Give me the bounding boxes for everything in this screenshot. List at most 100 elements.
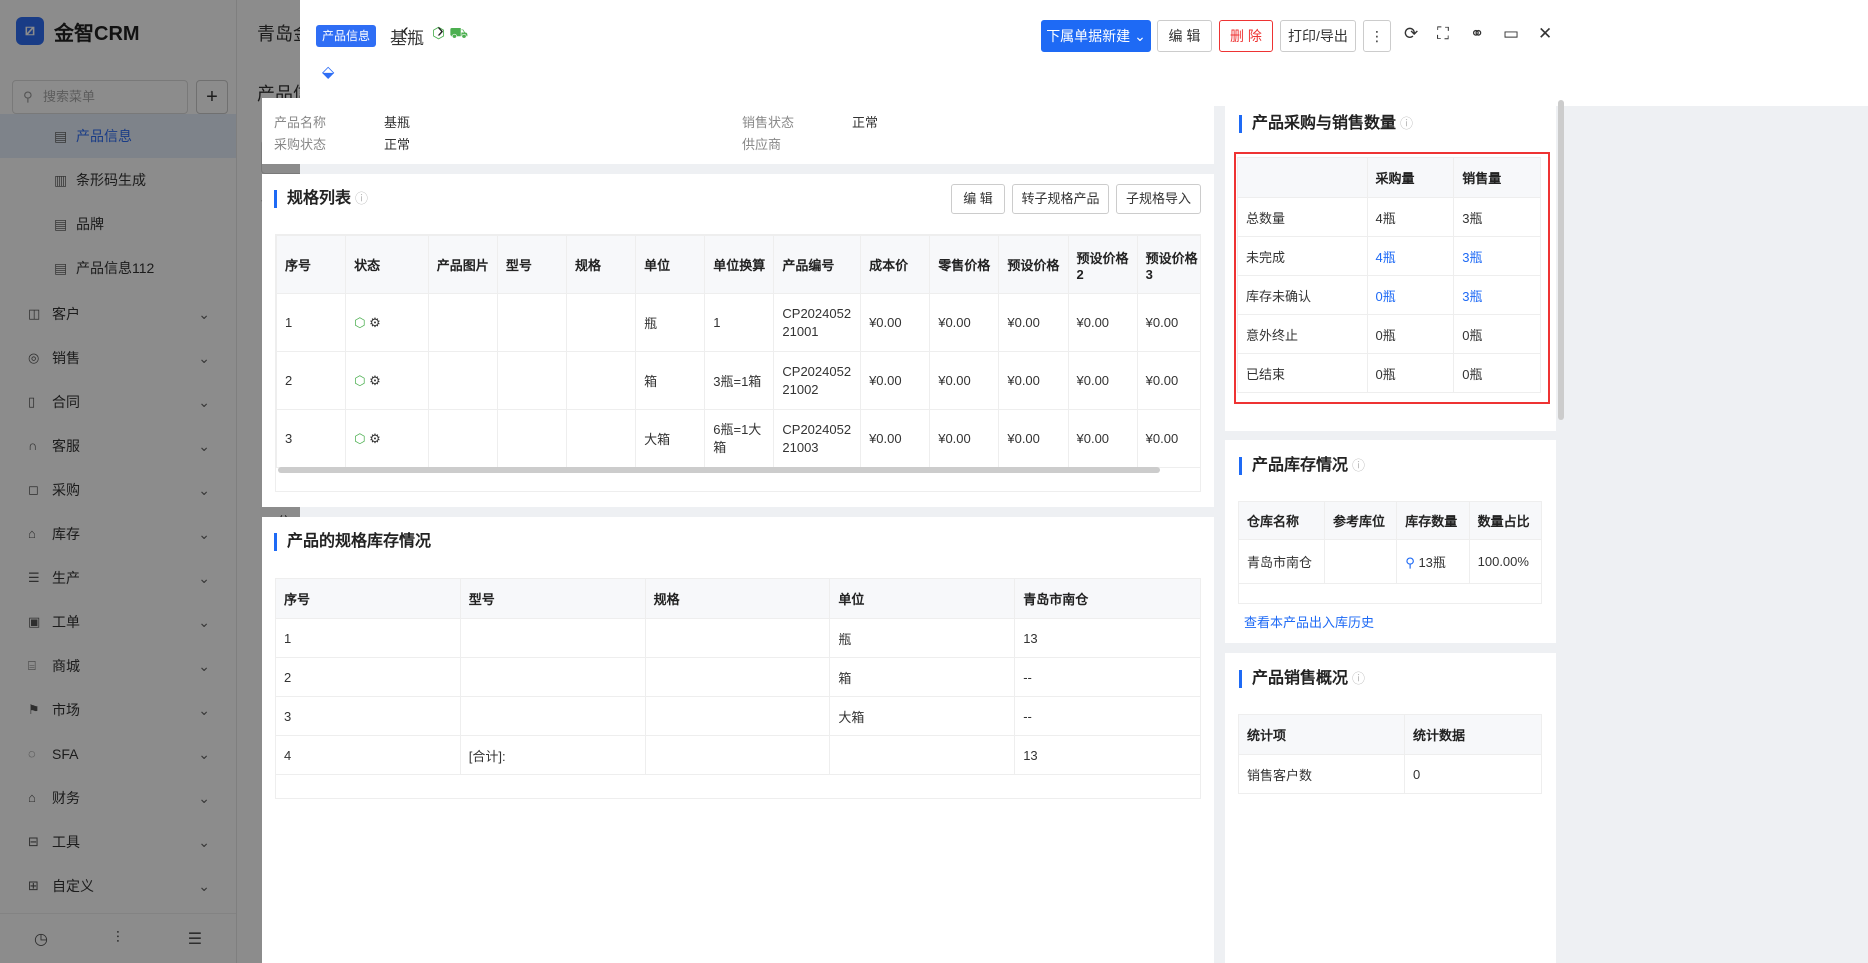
supplier-field: 供应商: [742, 134, 852, 153]
sales-overview-title: 产品销售概况 ⓘ: [1239, 670, 1365, 688]
spec-stock-card: 产品的规格库存情况 序号 型号 规格 单位 青岛市南仓 1 瓶 13 2 箱 -- 3大…: [262, 517, 1214, 963]
col-header: 预设价格3: [1136, 235, 1200, 294]
col-header: 统计数据: [1404, 714, 1542, 755]
cell-spec: [644, 657, 831, 697]
col-header: 单位: [829, 578, 1016, 619]
inventory-table: 仓库名称 参考库位 库存数量 数量占比 青岛市南仓 ⚲ 13瓶 100.00%: [1238, 501, 1543, 604]
field-value: 基瓶: [384, 115, 411, 130]
stock-qty-value: 13瓶: [1418, 555, 1446, 570]
cell-image: [427, 293, 498, 352]
help-icon[interactable]: ⓘ: [355, 191, 368, 206]
print-export-button[interactable]: 打印/导出: [1280, 20, 1356, 52]
cell-model: [496, 293, 567, 352]
modal-overlay[interactable]: [0, 0, 300, 963]
help-icon[interactable]: ⓘ: [1400, 116, 1413, 131]
stat-item: 销售客户数: [1238, 754, 1405, 794]
cell-retail: ¥0.00: [929, 409, 1000, 468]
cell-no: 2: [275, 657, 461, 697]
col-header: 统计项: [1238, 714, 1405, 755]
table-row[interactable]: 2 ⬡ ⚙ 箱 3瓶=1箱 CP202405221002 ¥0.00 ¥0.00…: [276, 351, 1200, 410]
laptop-icon[interactable]: ▭: [1503, 24, 1519, 44]
edit-button[interactable]: 编 辑: [1157, 20, 1212, 52]
table-header-row: 统计项 统计数据: [1238, 714, 1542, 755]
warehouse-name: 青岛市南仓: [1238, 539, 1325, 584]
cell-unit: 瓶: [635, 293, 706, 352]
subspec-import-button[interactable]: 子规格导入: [1116, 184, 1201, 214]
section-title-text: 产品的规格库存情况: [287, 533, 432, 550]
close-icon[interactable]: ✕: [1538, 24, 1552, 44]
table-header-row: 序号 状态 产品图片 型号 规格 单位 单位换算 产品编号 成本价 零售价格 预…: [276, 235, 1200, 294]
cell-code: CP202405221001: [773, 293, 862, 352]
col-header: 状态: [345, 235, 429, 294]
spec-table: 序号 状态 产品图片 型号 规格 单位 单位换算 产品编号 成本价 零售价格 预…: [276, 235, 1200, 468]
horizontal-scrollbar[interactable]: [278, 467, 1160, 473]
chevron-down-icon: ⌄: [1134, 28, 1146, 44]
table-row: 1 瓶 13: [275, 618, 1201, 658]
table-header-row: 仓库名称 参考库位 库存数量 数量占比: [1238, 501, 1543, 540]
next-arrow-icon[interactable]: ›: [437, 20, 444, 43]
cell-conversion: 6瓶=1大箱: [704, 409, 775, 468]
stock-history-link[interactable]: 查看本产品出入库历史: [1244, 612, 1374, 631]
prev-arrow-icon[interactable]: ‹: [402, 20, 409, 43]
spec-edit-button[interactable]: 编 辑: [951, 184, 1005, 214]
cell-qty: --: [1014, 696, 1201, 736]
section-title-text: 产品库存情况: [1252, 457, 1349, 474]
help-icon[interactable]: ⓘ: [1352, 671, 1365, 686]
col-header: 参考库位: [1323, 501, 1398, 540]
cube-icon: ⬡: [354, 430, 366, 446]
cell-code: CP202405221003: [773, 409, 862, 468]
field-value: 正常: [384, 137, 411, 152]
cell-preset-price-2: ¥0.00: [1067, 293, 1138, 352]
convert-subspec-button[interactable]: 转子规格产品: [1012, 184, 1109, 214]
purchase-status-field: 采购状态 正常: [274, 134, 410, 153]
cell-unit: 箱: [829, 657, 1016, 697]
col-header: 序号: [275, 578, 461, 619]
cell-cost: ¥0.00: [860, 351, 931, 410]
vertical-scrollbar[interactable]: [1558, 100, 1564, 420]
table-row[interactable]: 3 ⬡ ⚙ 大箱 6瓶=1大箱 CP202405221003 ¥0.00 ¥0.…: [276, 409, 1200, 468]
cell-spec: [644, 696, 831, 736]
qty-percent: 100.00%: [1468, 539, 1543, 584]
col-header: 库存数量: [1396, 501, 1470, 540]
cell-model: [459, 696, 646, 736]
table-footer-row: [275, 774, 1201, 799]
cell-qty: --: [1014, 657, 1201, 697]
module-tag: 产品信息: [316, 25, 377, 47]
cell-spec: [565, 293, 637, 352]
more-icon[interactable]: ⋮: [1363, 20, 1391, 52]
col-header: 型号: [496, 235, 567, 294]
cell-spec: [644, 618, 831, 658]
subordinate-new-button[interactable]: 下属单据新建 ⌄: [1041, 20, 1151, 52]
cell-no: 3: [275, 696, 461, 736]
table-row: 2 箱 --: [275, 657, 1201, 697]
search-icon[interactable]: ⚲: [1405, 555, 1415, 570]
sales-overview-card: 产品销售概况 ⓘ 统计项 统计数据 销售客户数 0: [1225, 653, 1556, 963]
col-header: 青岛市南仓: [1014, 578, 1201, 619]
spec-stock-title: 产品的规格库存情况: [274, 533, 431, 551]
cell-retail: ¥0.00: [929, 293, 1000, 352]
cell-spec: [644, 735, 831, 775]
price-tag-icon[interactable]: ⬙: [322, 62, 334, 82]
table-row: 3 大箱 --: [275, 696, 1201, 736]
inventory-title: 产品库存情况 ⓘ: [1239, 457, 1365, 475]
fullscreen-icon[interactable]: ⛶: [1437, 24, 1449, 44]
cell-unit: 大箱: [635, 409, 706, 468]
col-header: 规格: [565, 235, 637, 294]
cell-preset-price-2: ¥0.00: [1067, 351, 1138, 410]
cell-spec: [565, 351, 637, 410]
delete-button[interactable]: 删 除: [1219, 20, 1273, 52]
cell-unit: 箱: [635, 351, 706, 410]
section-title-text: 产品采购与销售数量: [1252, 115, 1397, 132]
cell-status: ⬡ ⚙: [345, 293, 429, 352]
table-row[interactable]: 1 ⬡ ⚙ 瓶 1 CP202405221001 ¥0.00 ¥0.00 ¥0.…: [276, 293, 1200, 352]
sales-overview-table: 统计项 统计数据 销售客户数 0: [1238, 714, 1542, 794]
help-icon[interactable]: ⓘ: [1352, 458, 1365, 473]
cell-retail: ¥0.00: [929, 351, 1000, 410]
cell-status: ⬡ ⚙: [345, 351, 429, 410]
refresh-icon[interactable]: ⟳: [1404, 24, 1418, 44]
link-icon[interactable]: ⚭: [1470, 24, 1484, 44]
cell-no: 3: [276, 409, 347, 468]
gears-icon: ⚙: [369, 314, 381, 330]
cell-preset-price-3: ¥0.00: [1136, 351, 1200, 410]
cell-qty: 13: [1014, 735, 1201, 775]
